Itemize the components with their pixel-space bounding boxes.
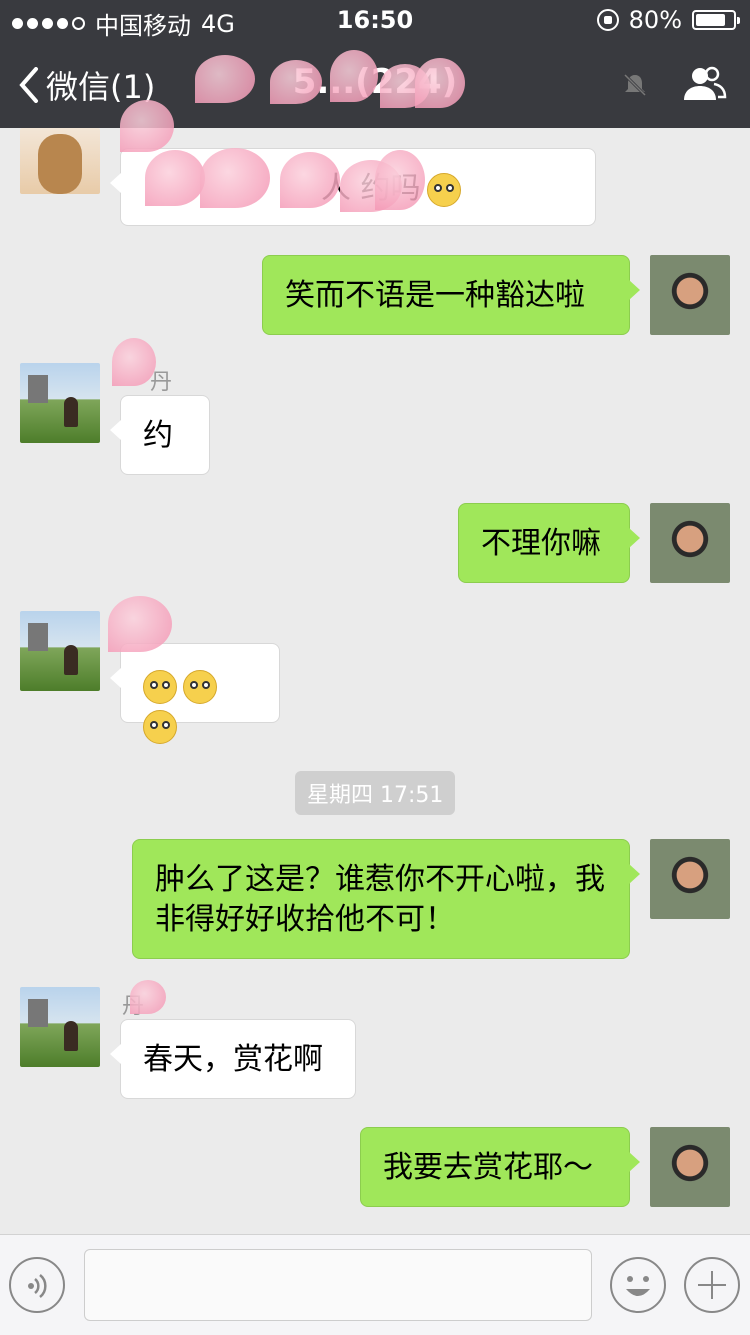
chat-area[interactable]: 人 约吗 笑而不语是一种豁达啦 丹 约 不理你嘛 星期四 17:51 肿么了这是… [0, 128, 750, 1234]
battery-icon [692, 10, 740, 30]
message-text: 约 [143, 418, 173, 453]
battery-percent: 80% [628, 6, 682, 34]
avatar[interactable] [650, 1127, 730, 1207]
battery-area: 80% [596, 6, 740, 34]
battery-fill [696, 14, 725, 26]
message-bubble-incoming[interactable] [110, 643, 280, 744]
group-members-icon[interactable] [680, 64, 728, 104]
message-text: 笑而不语是一种豁达啦 [285, 278, 585, 313]
timestamp-divider: 星期四 17:51 [295, 771, 456, 815]
avatar[interactable] [20, 987, 100, 1067]
pleading-emoji-icon [183, 669, 217, 704]
kiss-emoji-icon [426, 172, 461, 207]
message-text: 我要去赏花耶～ [383, 1150, 593, 1185]
message-text: 肿么了这是？谁惹你不开心啦，我非得好好收拾他不可！ [155, 862, 605, 937]
avatar[interactable] [20, 363, 100, 443]
input-bar [0, 1234, 750, 1335]
message-bubble-incoming[interactable]: 春天，赏花啊 [110, 1019, 356, 1099]
pleading-emoji-icon [143, 709, 177, 744]
message-bubble-incoming[interactable]: 人 约吗 [110, 148, 596, 226]
message-text: 人 约吗 [321, 171, 421, 206]
message-bubble-outgoing[interactable]: 我要去赏花耶～ [360, 1127, 640, 1207]
nav-bar: 微信(1) 5...(224) [0, 40, 750, 128]
sender-name: 丹 [122, 994, 145, 1019]
message-text: 不理你嘛 [481, 526, 601, 561]
orientation-lock-icon [596, 9, 619, 31]
voice-icon [28, 1274, 47, 1298]
avatar[interactable] [20, 611, 100, 691]
sender-name: 丹 [150, 370, 173, 395]
avatar[interactable] [650, 255, 730, 335]
avatar[interactable] [650, 839, 730, 919]
message-input[interactable] [84, 1249, 592, 1321]
message-text: 春天，赏花啊 [143, 1042, 323, 1077]
emoji-icon [626, 1276, 650, 1296]
plus-button[interactable] [684, 1257, 740, 1313]
message-bubble-outgoing[interactable]: 不理你嘛 [458, 503, 640, 583]
pleading-emoji-icon [143, 669, 177, 704]
message-bubble-incoming[interactable]: 约 [110, 395, 210, 475]
avatar[interactable] [650, 503, 730, 583]
avatar[interactable] [20, 128, 100, 194]
emoji-button[interactable] [610, 1257, 666, 1313]
mute-icon [623, 73, 647, 97]
message-bubble-outgoing[interactable]: 肿么了这是？谁惹你不开心啦，我非得好好收拾他不可！ [132, 839, 640, 959]
voice-button[interactable] [9, 1257, 65, 1313]
message-bubble-outgoing[interactable]: 笑而不语是一种豁达啦 [262, 255, 640, 335]
status-bar: 中国移动 4G 16:50 80% [0, 0, 750, 40]
